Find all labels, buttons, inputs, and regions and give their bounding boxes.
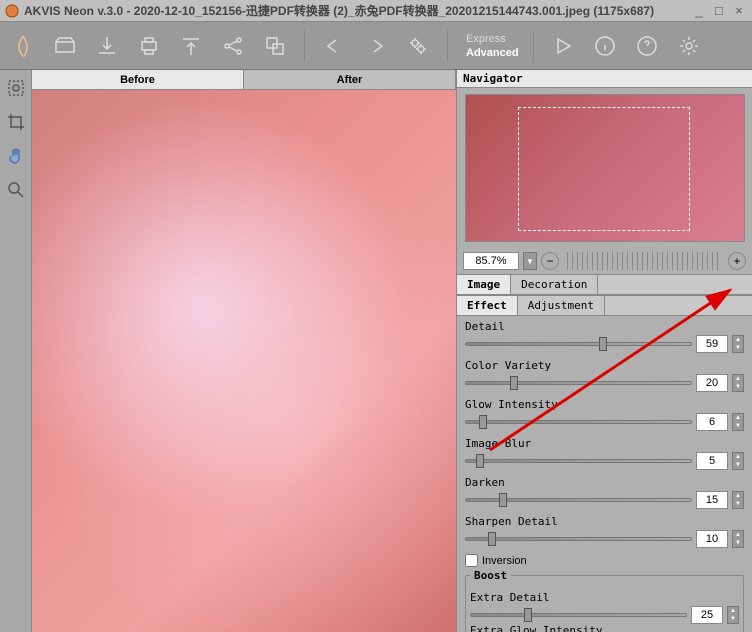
sharpen-detail-input[interactable]	[696, 530, 728, 548]
zoom-slider[interactable]	[567, 252, 720, 270]
logo-icon	[8, 31, 38, 61]
detail-input[interactable]	[696, 335, 728, 353]
extra-detail-spinner[interactable]: ▲▼	[727, 606, 739, 624]
sharpen-detail-label: Sharpen Detail	[465, 515, 744, 528]
color-variety-slider[interactable]	[465, 376, 692, 390]
image-blur-input[interactable]	[696, 452, 728, 470]
detail-spinner[interactable]: ▲▼	[732, 335, 744, 353]
crop-tool[interactable]	[4, 110, 28, 134]
close-button[interactable]: ×	[730, 3, 748, 19]
main-toolbar: Express Advanced	[0, 22, 752, 70]
undo-button[interactable]	[319, 31, 349, 61]
color-variety-input[interactable]	[696, 374, 728, 392]
tab-image[interactable]: Image	[457, 275, 511, 294]
app-icon	[4, 3, 20, 19]
zoom-tool[interactable]	[4, 178, 28, 202]
share-button[interactable]	[218, 31, 248, 61]
hand-tool[interactable]	[4, 144, 28, 168]
navigator-header: Navigator	[457, 70, 752, 88]
mode-express[interactable]: Express	[466, 33, 519, 45]
zoom-out-button[interactable]: −	[541, 252, 559, 270]
sharpen-detail-spinner[interactable]: ▲▼	[732, 530, 744, 548]
help-button[interactable]	[632, 31, 662, 61]
extra-detail-label: Extra Detail	[470, 591, 739, 604]
inversion-checkbox[interactable]	[465, 554, 478, 567]
extra-glow-label: Extra Glow Intensity	[470, 624, 739, 632]
settings-button[interactable]	[674, 31, 704, 61]
darken-slider[interactable]	[465, 493, 692, 507]
process-button[interactable]	[403, 31, 433, 61]
image-blur-slider[interactable]	[465, 454, 692, 468]
tab-decoration[interactable]: Decoration	[511, 275, 598, 294]
detail-slider[interactable]	[465, 337, 692, 351]
maximize-button[interactable]: □	[710, 3, 728, 19]
sharpen-detail-slider[interactable]	[465, 532, 692, 546]
run-button[interactable]	[548, 31, 578, 61]
glow-intensity-input[interactable]	[696, 413, 728, 431]
export-button[interactable]	[176, 31, 206, 61]
parameters-panel: Detail ▲▼ Color Variety ▲▼ Glow Intensity ▲…	[457, 316, 752, 632]
redo-button[interactable]	[361, 31, 391, 61]
zoom-in-button[interactable]: +	[728, 252, 746, 270]
zoom-input[interactable]	[463, 252, 519, 270]
save-button[interactable]	[92, 31, 122, 61]
navigator-rect[interactable]	[518, 107, 690, 231]
darken-label: Darken	[465, 476, 744, 489]
left-toolbar	[0, 70, 32, 632]
canvas-image[interactable]	[32, 90, 456, 632]
glow-intensity-slider[interactable]	[465, 415, 692, 429]
color-variety-label: Color Variety	[465, 359, 744, 372]
darken-input[interactable]	[696, 491, 728, 509]
extra-detail-slider[interactable]	[470, 608, 687, 622]
color-variety-spinner[interactable]: ▲▼	[732, 374, 744, 392]
boost-label: Boost	[470, 569, 511, 582]
navigator-preview[interactable]	[465, 94, 745, 242]
glow-intensity-label: Glow Intensity	[465, 398, 744, 411]
window-title: AKVIS Neon v.3.0 - 2020-12-10_152156-迅捷P…	[24, 2, 690, 19]
info-button[interactable]	[590, 31, 620, 61]
tab-adjustment[interactable]: Adjustment	[518, 296, 605, 315]
detail-label: Detail	[465, 320, 744, 333]
extra-detail-input[interactable]	[691, 606, 723, 624]
zoom-dropdown[interactable]: ▼	[523, 252, 537, 270]
tab-after[interactable]: After	[244, 70, 456, 89]
print-button[interactable]	[134, 31, 164, 61]
open-button[interactable]	[50, 31, 80, 61]
right-panel: Navigator ▼ − + Image Decoration Effect …	[456, 70, 752, 632]
titlebar: AKVIS Neon v.3.0 - 2020-12-10_152156-迅捷P…	[0, 0, 752, 22]
glow-intensity-spinner[interactable]: ▲▼	[732, 413, 744, 431]
tab-before[interactable]: Before	[32, 70, 244, 89]
darken-spinner[interactable]: ▲▼	[732, 491, 744, 509]
image-blur-spinner[interactable]: ▲▼	[732, 452, 744, 470]
inversion-label: Inversion	[482, 555, 527, 567]
preview-tool[interactable]	[4, 76, 28, 100]
minimize-button[interactable]: _	[690, 3, 708, 19]
canvas-area: Before After	[32, 70, 456, 632]
batch-button[interactable]	[260, 31, 290, 61]
tab-effect[interactable]: Effect	[457, 296, 518, 315]
image-blur-label: Image Blur	[465, 437, 744, 450]
mode-selector[interactable]: Express Advanced	[466, 33, 519, 59]
mode-advanced[interactable]: Advanced	[466, 47, 519, 59]
